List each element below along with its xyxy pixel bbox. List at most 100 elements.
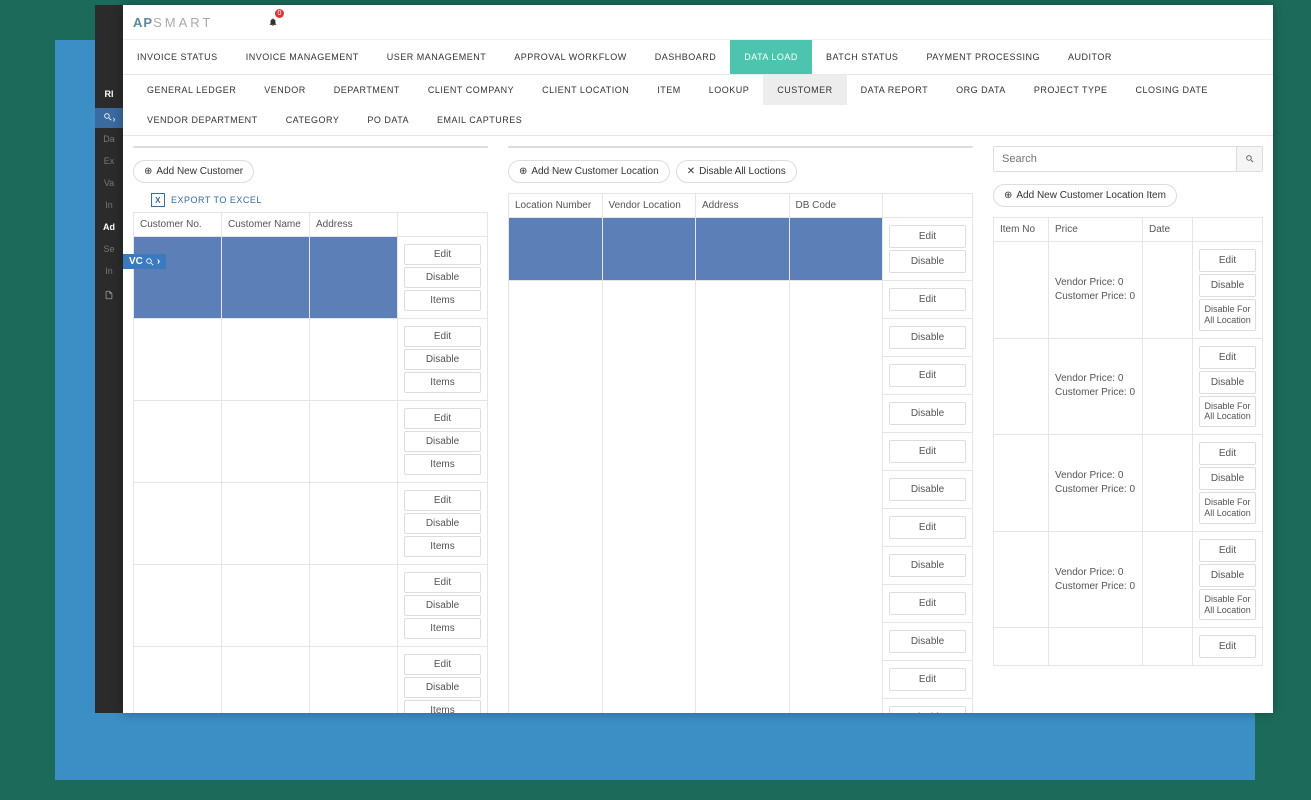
edit-button[interactable]: Edit (404, 408, 481, 429)
nav-auditor[interactable]: AUDITOR (1054, 40, 1126, 74)
nav-invoice-status[interactable]: INVOICE STATUS (123, 40, 232, 74)
disable-all-button[interactable]: Disable For All Location (1199, 396, 1256, 428)
table-row[interactable]: Edit (509, 357, 973, 395)
table-row[interactable]: Disable (509, 623, 973, 661)
item-search-button[interactable] (1236, 147, 1262, 171)
edit-button[interactable]: Edit (404, 244, 481, 265)
table-row[interactable]: Vendor Price: 0Customer Price: 0 EditDis… (994, 435, 1263, 532)
subnav-client-company[interactable]: CLIENT COMPANY (414, 75, 528, 105)
items-button[interactable]: Items (404, 454, 481, 475)
table-row[interactable]: EditDisable (509, 218, 973, 281)
disable-button[interactable]: Disable (404, 677, 481, 698)
disable-button[interactable]: Disable (889, 326, 966, 349)
disable-button[interactable]: Disable (889, 250, 966, 273)
sidebar-item-rl[interactable]: Rl (95, 83, 123, 105)
items-button[interactable]: Items (404, 372, 481, 393)
sidebar-search-icon[interactable]: › (95, 108, 123, 128)
subnav-category[interactable]: CATEGORY (272, 105, 354, 135)
edit-button[interactable]: Edit (1199, 635, 1256, 658)
table-row[interactable]: EditDisableItems (134, 401, 488, 483)
edit-button[interactable]: Edit (404, 490, 481, 511)
subnav-vendor[interactable]: VENDOR (250, 75, 320, 105)
table-row[interactable]: Vendor Price: 0Customer Price: 0 EditDis… (994, 338, 1263, 435)
items-button[interactable]: Items (404, 618, 481, 639)
sidebar-item-in[interactable]: In (95, 194, 123, 216)
table-row[interactable]: Edit (509, 281, 973, 319)
edit-button[interactable]: Edit (1199, 442, 1256, 465)
table-row[interactable]: Vendor Price: 0Customer Price: 0 EditDis… (994, 531, 1263, 628)
edit-button[interactable]: Edit (404, 572, 481, 593)
nav-dashboard[interactable]: DASHBOARD (641, 40, 731, 74)
disable-button[interactable]: Disable (1199, 274, 1256, 297)
disable-button[interactable]: Disable (889, 402, 966, 425)
sidebar-item-in[interactable]: In (95, 260, 123, 282)
table-row[interactable]: Edit (994, 628, 1263, 666)
table-row[interactable]: EditDisableItems (134, 319, 488, 401)
export-excel-link[interactable]: X EXPORT TO EXCEL (133, 193, 488, 207)
table-row[interactable]: EditDisableItems (134, 565, 488, 647)
disable-button[interactable]: Disable (404, 349, 481, 370)
sidebar-item-ex[interactable]: Ex (95, 150, 123, 172)
nav-invoice-management[interactable]: INVOICE MANAGEMENT (232, 40, 373, 74)
disable-button[interactable]: Disable (404, 267, 481, 288)
edit-button[interactable]: Edit (889, 288, 966, 311)
edit-button[interactable]: Edit (889, 668, 966, 691)
table-row[interactable]: EditDisableItems (134, 237, 488, 319)
add-location-item-button[interactable]: ⊕ Add New Customer Location Item (993, 184, 1177, 207)
nav-approval-workflow[interactable]: APPROVAL WORKFLOW (500, 40, 641, 74)
table-row[interactable]: EditDisableItems (134, 483, 488, 565)
sidebar-item-va[interactable]: Va (95, 172, 123, 194)
subnav-closing-date[interactable]: CLOSING DATE (1122, 75, 1222, 105)
bell-icon[interactable]: 0 (268, 14, 278, 30)
subnav-project-type[interactable]: PROJECT TYPE (1020, 75, 1122, 105)
add-customer-button[interactable]: ⊕ Add New Customer (133, 160, 254, 183)
disable-all-button[interactable]: Disable For All Location (1199, 589, 1256, 621)
disable-button[interactable]: Disable (404, 595, 481, 616)
nav-batch-status[interactable]: BATCH STATUS (812, 40, 913, 74)
item-search-input[interactable] (994, 147, 1236, 171)
table-row[interactable]: Edit (509, 661, 973, 699)
add-location-button[interactable]: ⊕ Add New Customer Location (508, 160, 670, 183)
subnav-item[interactable]: ITEM (643, 75, 695, 105)
edit-button[interactable]: Edit (404, 326, 481, 347)
disable-button[interactable]: Disable (889, 554, 966, 577)
disable-button[interactable]: Disable (889, 706, 966, 713)
subnav-vendor-department[interactable]: VENDOR DEPARTMENT (133, 105, 272, 135)
location-search-input[interactable] (509, 147, 946, 148)
subnav-data-report[interactable]: DATA REPORT (847, 75, 943, 105)
edit-button[interactable]: Edit (1199, 346, 1256, 369)
edit-button[interactable]: Edit (1199, 539, 1256, 562)
items-button[interactable]: Items (404, 536, 481, 557)
disable-all-locations-button[interactable]: ✕ Disable All Loctions (676, 160, 797, 183)
table-row[interactable]: Edit (509, 585, 973, 623)
edit-button[interactable]: Edit (889, 592, 966, 615)
subnav-po-data[interactable]: PO DATA (353, 105, 423, 135)
table-row[interactable]: Edit (509, 509, 973, 547)
items-button[interactable]: Items (404, 290, 481, 311)
edit-button[interactable]: Edit (889, 225, 966, 248)
table-row[interactable]: Disable (509, 395, 973, 433)
edit-button[interactable]: Edit (1199, 249, 1256, 272)
table-row[interactable]: Disable (509, 319, 973, 357)
disable-button[interactable]: Disable (889, 478, 966, 501)
edit-button[interactable]: Edit (889, 440, 966, 463)
nav-payment-processing[interactable]: PAYMENT PROCESSING (912, 40, 1054, 74)
subnav-email-captures[interactable]: EMAIL CAPTURES (423, 105, 536, 135)
edit-button[interactable]: Edit (889, 516, 966, 539)
overhang-tag[interactable]: VC › (123, 254, 166, 269)
disable-button[interactable]: Disable (1199, 371, 1256, 394)
subnav-department[interactable]: DEPARTMENT (320, 75, 414, 105)
disable-button[interactable]: Disable (1199, 467, 1256, 490)
edit-button[interactable]: Edit (889, 364, 966, 387)
subnav-customer[interactable]: CUSTOMER (763, 75, 846, 105)
subnav-client-location[interactable]: CLIENT LOCATION (528, 75, 643, 105)
table-row[interactable]: Vendor Price: 0Customer Price: 0 EditDis… (994, 242, 1263, 339)
disable-button[interactable]: Disable (404, 431, 481, 452)
sidebar-document-icon[interactable] (95, 282, 123, 310)
nav-data-load[interactable]: DATA LOAD (730, 40, 812, 74)
subnav-general-ledger[interactable]: GENERAL LEDGER (133, 75, 250, 105)
disable-all-button[interactable]: Disable For All Location (1199, 492, 1256, 524)
subnav-lookup[interactable]: LOOKUP (695, 75, 764, 105)
table-row[interactable]: EditDisableItems (134, 647, 488, 714)
disable-all-button[interactable]: Disable For All Location (1199, 299, 1256, 331)
